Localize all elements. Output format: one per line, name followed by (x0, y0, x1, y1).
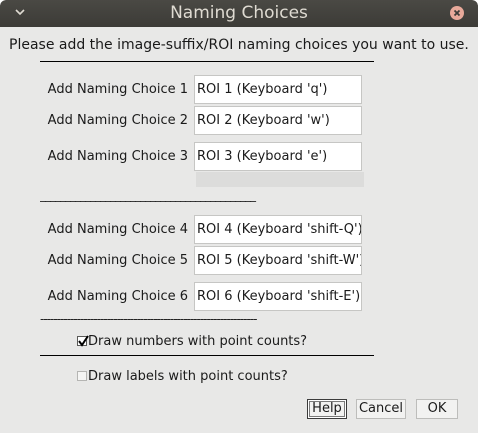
draw-numbers-label: Draw numbers with point counts? (88, 333, 308, 349)
draw-labels-label: Draw labels with point counts? (88, 368, 288, 384)
naming-choice-1-field[interactable]: ROI 1 (Keyboard 'q') (194, 75, 362, 104)
dashed-separator: ----------------------------------------… (40, 312, 257, 326)
title-bar[interactable]: Naming Choices (0, 0, 478, 27)
field-background (196, 172, 364, 187)
cancel-button[interactable]: Cancel (356, 399, 406, 419)
naming-choice-2-field[interactable]: ROI 2 (Keyboard 'w') (194, 106, 362, 135)
divider (40, 355, 374, 356)
help-button[interactable]: Help (307, 399, 347, 419)
draw-numbers-checkbox[interactable] (77, 335, 89, 347)
instruction-text: Please add the image-suffix/ROI naming c… (9, 37, 469, 53)
draw-labels-option[interactable]: Draw labels with point counts? (77, 368, 288, 384)
naming-choice-5-field[interactable]: ROI 5 (Keyboard 'shift-W') (194, 246, 362, 275)
naming-choice-6-label: Add Naming Choice 6 (47, 289, 188, 304)
ok-button[interactable]: OK (416, 399, 458, 419)
divider (40, 61, 374, 62)
naming-choice-3-field[interactable]: ROI 3 (Keyboard 'e') (194, 142, 362, 171)
naming-choice-6-field[interactable]: ROI 6 (Keyboard 'shift-E') (194, 282, 362, 311)
naming-choice-1-label: Add Naming Choice 1 (47, 82, 188, 97)
solid-separator: ________________________________________… (40, 188, 256, 202)
naming-choice-4-label: Add Naming Choice 4 (47, 222, 188, 237)
draw-labels-checkbox[interactable] (77, 371, 87, 381)
close-icon[interactable] (450, 6, 464, 20)
naming-choices-dialog: Naming Choices Please add the image-suff… (0, 0, 478, 433)
naming-choice-5-label: Add Naming Choice 5 (47, 253, 188, 268)
window-title: Naming Choices (170, 3, 308, 23)
dialog-content: Please add the image-suffix/ROI naming c… (0, 27, 478, 433)
naming-choice-3-label: Add Naming Choice 3 (47, 149, 188, 164)
draw-numbers-option[interactable]: Draw numbers with point counts? (77, 333, 307, 349)
naming-choice-2-label: Add Naming Choice 2 (47, 113, 188, 128)
checkmark-icon (78, 335, 89, 347)
naming-choice-4-field[interactable]: ROI 4 (Keyboard 'shift-Q') (194, 215, 362, 244)
